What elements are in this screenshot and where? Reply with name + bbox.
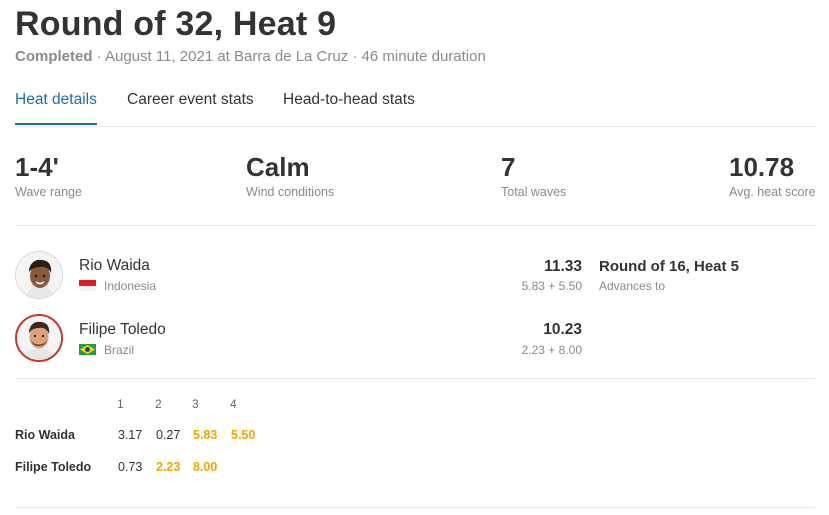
score-breakdown: 2.23 + 8.00 [521, 343, 582, 357]
country-name: Indonesia [104, 279, 157, 293]
brazil-flag-icon [79, 344, 96, 355]
heat-meta: Completed · August 11, 2021 at Barra de … [15, 48, 486, 65]
wave-score: 3.17 [118, 428, 143, 442]
wave-row-surfer-name: Filipe Toledo [15, 460, 92, 474]
stat-value: 1-4' [15, 152, 59, 182]
stat-label: Avg. heat score [729, 185, 816, 199]
stat-total-waves: 7 Total waves [501, 152, 566, 199]
heat-details-text: · August 11, 2021 at Barra de La Cruz · … [92, 48, 486, 65]
stat-avg-heat-score: 10.78 Avg. heat score [729, 152, 816, 199]
stat-wave-range: 1-4' Wave range [15, 152, 82, 199]
score-breakdown: 5.83 + 5.50 [521, 279, 582, 293]
stat-value: 10.78 [729, 152, 795, 182]
stat-label: Total waves [501, 185, 567, 199]
table-divider [15, 507, 815, 508]
avatar-portrait-icon [17, 316, 61, 360]
page-title: Round of 32, Heat 9 [15, 5, 337, 43]
tab-bar: Heat details Career event stats Head-to-… [15, 91, 815, 127]
wave-score: 0.73 [118, 460, 143, 474]
wave-number-header: 3 [192, 397, 199, 411]
tab-career-event-stats[interactable]: Career event stats [127, 91, 254, 123]
wave-score: 0.27 [156, 428, 181, 442]
surfer-name[interactable]: Rio Waida [79, 257, 150, 275]
wave-score-counting: 2.23 [156, 460, 181, 474]
surfer-country: Brazil [79, 343, 134, 357]
wave-number-header: 1 [117, 397, 124, 411]
tab-head-to-head-stats[interactable]: Head-to-head stats [283, 91, 415, 123]
tabs-divider [15, 126, 815, 127]
stat-label: Wave range [15, 185, 82, 199]
stat-wind-conditions: Calm Wind conditions [246, 152, 334, 199]
stat-value: 7 [501, 152, 516, 182]
advances-to-heat[interactable]: Round of 16, Heat 5 [599, 258, 739, 275]
heat-total-score: 10.23 [543, 321, 582, 338]
stat-label: Wind conditions [246, 185, 335, 199]
indonesia-flag-icon [79, 280, 96, 291]
wave-score-counting: 5.50 [231, 428, 256, 442]
surfer-avatar-rio-waida[interactable] [15, 251, 63, 299]
wave-score-counting: 5.83 [193, 428, 218, 442]
heat-status: Completed [15, 48, 93, 65]
surfers-divider [15, 378, 815, 379]
surfer-name[interactable]: Filipe Toledo [79, 321, 166, 339]
surfer-avatar-filipe-toledo[interactable] [15, 314, 63, 362]
surfer-country: Indonesia [79, 279, 156, 293]
advances-to-label: Advances to [599, 279, 666, 293]
country-name: Brazil [104, 343, 135, 357]
wave-number-header: 2 [155, 397, 162, 411]
avatar-portrait-icon [16, 252, 62, 298]
stat-value: Calm [246, 152, 310, 182]
heat-total-score: 11.33 [544, 258, 582, 275]
wave-number-header: 4 [230, 397, 237, 411]
wave-score-counting: 8.00 [193, 460, 218, 474]
tab-heat-details[interactable]: Heat details [15, 91, 97, 125]
wave-row-surfer-name: Rio Waida [15, 428, 75, 442]
stats-divider [15, 225, 815, 226]
